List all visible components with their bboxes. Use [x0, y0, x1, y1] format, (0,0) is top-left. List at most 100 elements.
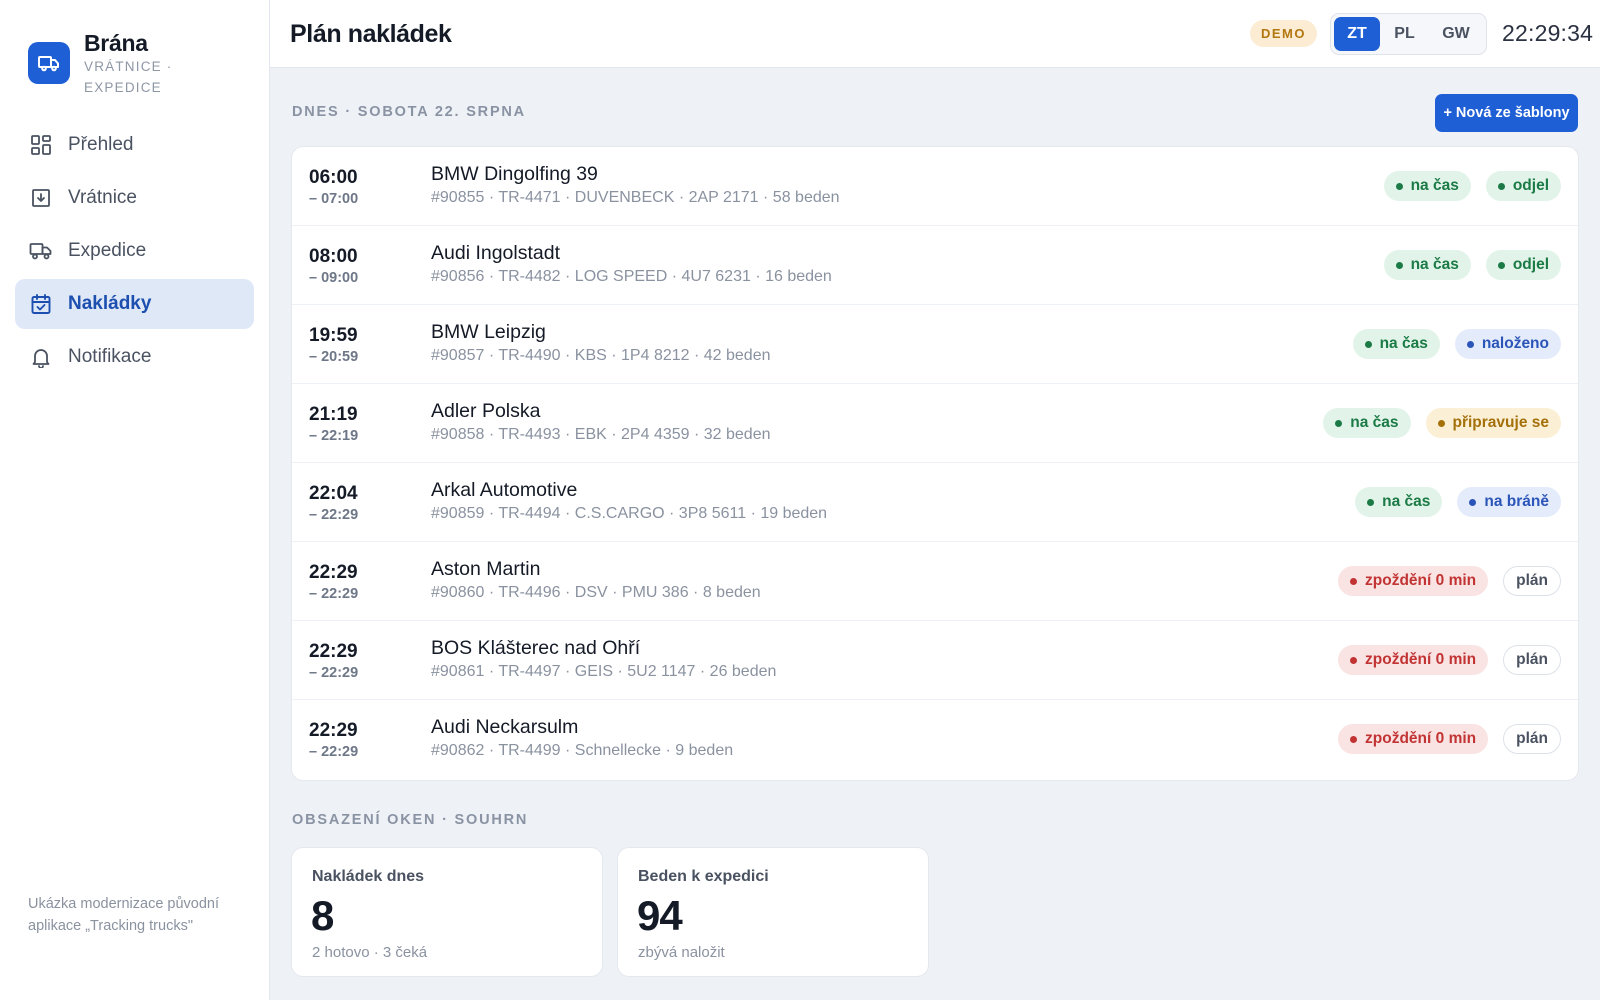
status-dot-icon — [1395, 182, 1403, 190]
time-start: 22:29 — [309, 641, 358, 662]
loading-row[interactable]: 22:29 – 22:29 Audi Neckarsulm #90862 · TR-4… — [292, 700, 1578, 779]
status-badge: plán — [1503, 724, 1561, 754]
loading-row[interactable]: 22:29 – 22:29 BOS Klášterec nad Ohří #90861… — [292, 621, 1578, 700]
status-badge: zpoždění 0 min — [1338, 645, 1489, 675]
status-badge-text: na čas — [1382, 493, 1431, 510]
status-badge: připravuje se — [1425, 408, 1561, 438]
stat-label: Beden k expedici — [638, 868, 769, 885]
loading-details: #90856 · TR-4482 · LOG SPEED · 4U7 6231 … — [431, 268, 832, 285]
status-badges: zpoždění 0 min plán — [1338, 566, 1561, 596]
sidebar-item-nakladky[interactable]: Nakládky — [15, 279, 254, 329]
loading-details: #90857 · TR-4490 · KBS · 1P4 8212 · 42 b… — [431, 347, 771, 364]
sidebar-item-label: Přehled — [68, 134, 134, 155]
page-title: Plán nakládek — [290, 20, 452, 48]
status-badge-text: na čas — [1410, 177, 1459, 194]
status-badges: na čas odjel — [1383, 250, 1561, 280]
status-badge: zpoždění 0 min — [1338, 724, 1489, 754]
status-badge: zpoždění 0 min — [1338, 566, 1489, 596]
sidebar-item-prehled[interactable]: Přehled — [15, 120, 254, 170]
status-badge-text: plán — [1516, 651, 1548, 668]
status-badge-text: odjel — [1512, 256, 1549, 273]
loading-details: #90861 · TR-4497 · GEIS · 5U2 1147 · 26 … — [431, 663, 777, 680]
status-badge-text: plán — [1516, 572, 1548, 589]
status-badge: naloženo — [1454, 329, 1561, 359]
loading-details: #90862 · TR-4499 · Schnellecke · 9 beden — [431, 742, 734, 759]
site-switcher: ZT PL GW — [1330, 13, 1487, 55]
truck-icon — [28, 238, 54, 264]
truck-logo-icon — [28, 42, 70, 84]
status-badge: na čas — [1355, 487, 1443, 517]
status-badges: na čas odjel — [1383, 171, 1561, 201]
sidebar-item-label: Expedice — [68, 240, 147, 261]
loading-details: #90860 · TR-4496 · DSV · PMU 386 · 8 bed… — [431, 584, 761, 601]
site-button-zt[interactable]: ZT — [1334, 17, 1380, 51]
app-name: Brána — [84, 30, 148, 56]
loading-row[interactable]: 22:29 – 22:29 Aston Martin #90860 · TR-4496… — [292, 542, 1578, 621]
status-badge-text: na čas — [1350, 414, 1399, 431]
new-from-template-button[interactable]: + Nová ze šablony — [1435, 94, 1578, 132]
time-end: – 09:00 — [309, 270, 359, 286]
loading-destination: Audi Neckarsulm — [431, 716, 579, 738]
time-start: 22:29 — [309, 562, 358, 583]
sidebar-item-expedice[interactable]: Expedice — [15, 226, 254, 276]
time-end: – 22:29 — [309, 507, 359, 523]
sidebar-nav: Přehled Vrátnice Expedice Nakládky Notif… — [15, 120, 254, 385]
time-start: 06:00 — [309, 167, 358, 188]
loading-details: #90855 · TR-4471 · DUVENBECK · 2AP 2171 … — [431, 189, 840, 206]
time-end: – 22:29 — [309, 744, 359, 760]
grid-icon — [28, 132, 54, 158]
status-badge-text: zpoždění 0 min — [1365, 730, 1477, 747]
sidebar-item-label: Notifikace — [68, 346, 152, 367]
loading-destination: BMW Leipzig — [431, 321, 546, 343]
status-badge-text: naloženo — [1481, 335, 1549, 352]
sidebar-item-notifikace[interactable]: Notifikace — [15, 332, 254, 382]
loading-details: #90858 · TR-4493 · EBK · 2P4 4359 · 32 b… — [431, 426, 771, 443]
loading-destination: Adler Polska — [431, 400, 541, 422]
clock: 22:29:34 — [1502, 20, 1594, 46]
loading-row[interactable]: 08:00 – 09:00 Audi Ingolstadt #90856 · TR-4… — [292, 226, 1578, 305]
status-dot-icon — [1350, 577, 1358, 585]
time-start: 19:59 — [309, 325, 358, 346]
sidebar: Brána VRÁTNICE · EXPEDICE Přehled Vrátni… — [0, 0, 270, 1000]
status-badge-text: odjel — [1512, 177, 1549, 194]
status-dot-icon — [1350, 656, 1358, 664]
stat-card-boxes: Beden k expedici 94 zbývá naložit — [617, 847, 929, 977]
loading-details: #90859 · TR-4494 · C.S.CARGO · 3P8 5611 … — [431, 505, 828, 522]
sidebar-footer-note: Ukázka modernizace původní aplikace „Tra… — [28, 896, 220, 934]
status-badge: plán — [1503, 566, 1561, 596]
status-badge: na čas — [1352, 329, 1440, 359]
loading-row[interactable]: 22:04 – 22:29 Arkal Automotive #90859 · TR-… — [292, 463, 1578, 542]
status-badge: na čas — [1383, 250, 1471, 280]
sidebar-item-label: Nakládky — [68, 293, 152, 314]
status-badge: odjel — [1485, 250, 1561, 280]
status-badge: odjel — [1485, 171, 1561, 201]
bell-icon — [28, 344, 54, 370]
status-dot-icon — [1335, 419, 1343, 427]
demo-badge: DEMO — [1250, 20, 1317, 47]
top-bar: Plán nakládek DEMO ZT PL GW 22:29:34 — [270, 0, 1600, 68]
brand[interactable]: Brána VRÁTNICE · EXPEDICE — [28, 30, 184, 98]
loading-row[interactable]: 06:00 – 07:00 BMW Dingolfing 39 #90855 · TR… — [292, 147, 1578, 226]
loading-row[interactable]: 19:59 – 20:59 BMW Leipzig #90857 · TR-4490 … — [292, 305, 1578, 384]
app-subtitle: VRÁTNICE · EXPEDICE — [84, 59, 173, 95]
loading-destination: BOS Klášterec nad Ohří — [431, 637, 641, 659]
status-dot-icon — [1469, 498, 1477, 506]
sidebar-item-vratnice[interactable]: Vrátnice — [15, 173, 254, 223]
time-start: 08:00 — [309, 246, 358, 267]
status-badge: na čas — [1323, 408, 1411, 438]
loading-list: 06:00 – 07:00 BMW Dingolfing 39 #90855 · TR… — [291, 146, 1579, 781]
loading-row[interactable]: 21:19 – 22:19 Adler Polska #90858 · TR-4493… — [292, 384, 1578, 463]
status-badge: na bráně — [1457, 487, 1561, 517]
stat-card-loadings: Nakládek dnes 8 2 hotovo · 3 čeká — [291, 847, 603, 977]
loading-destination: Aston Martin — [431, 558, 541, 580]
time-start: 21:19 — [309, 404, 358, 425]
time-end: – 07:00 — [309, 191, 359, 207]
loading-destination: Audi Ingolstadt — [431, 242, 561, 264]
status-badge-text: zpoždění 0 min — [1365, 651, 1477, 668]
site-button-pl[interactable]: PL — [1380, 17, 1429, 51]
status-badge-text: na čas — [1410, 256, 1459, 273]
status-dot-icon — [1364, 340, 1372, 348]
status-dot-icon — [1367, 498, 1375, 506]
site-button-gw[interactable]: GW — [1429, 17, 1483, 51]
status-badge-text: plán — [1516, 730, 1548, 747]
